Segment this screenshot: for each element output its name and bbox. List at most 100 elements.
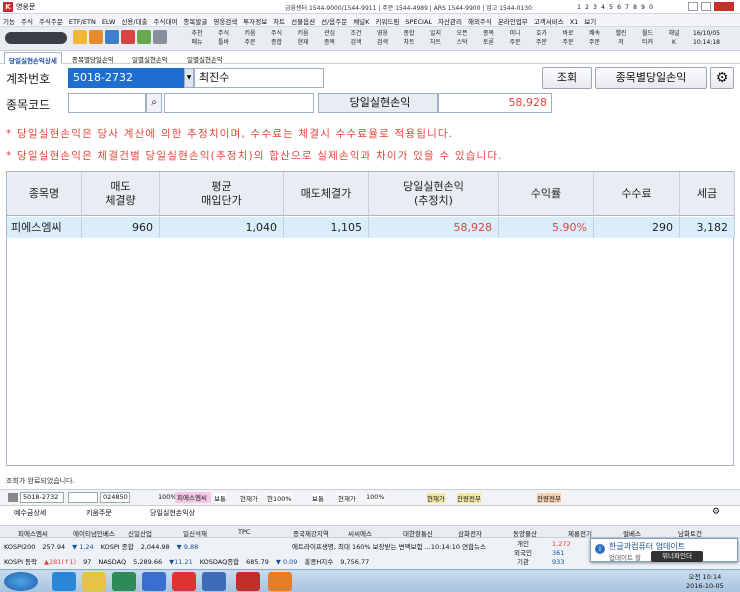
toolbar-button[interactable]: 월드 티커 xyxy=(637,29,659,50)
gear-icon[interactable]: ⚙ xyxy=(712,507,720,517)
column-header[interactable]: 종목명 xyxy=(7,172,82,216)
page-number[interactable]: 0 xyxy=(647,4,655,11)
menu-item[interactable]: SPECIAL xyxy=(402,16,435,26)
table-cell[interactable]: 5.90% xyxy=(499,217,594,238)
page-number[interactable]: 5 xyxy=(607,4,615,11)
maximize-button[interactable] xyxy=(701,2,711,11)
toolbar-button[interactable]: 오픈 스탁 xyxy=(451,29,473,50)
toolbar-button[interactable]: 종목 토론 xyxy=(478,29,500,50)
tab-daily-realized[interactable]: 일별실현손익 xyxy=(128,52,172,64)
bottom-account[interactable]: 5018-2732 xyxy=(20,492,64,503)
system-clock[interactable]: 오전 10:14 2016-10-05 xyxy=(686,573,724,591)
news-ticker[interactable]: 에트라이프생명, 최대 160% 보장받는 변액보험 ...10:14:10 연… xyxy=(292,541,504,551)
toolbar-button[interactable]: 주식 틀바 xyxy=(213,29,235,50)
table-cell[interactable]: 피에스엠씨 xyxy=(7,217,82,238)
toolbar-button[interactable]: 바로 주문 xyxy=(557,29,579,50)
menu-item[interactable]: 키워드림 xyxy=(372,14,402,26)
account-dropdown-icon[interactable]: ▼ xyxy=(184,68,194,88)
tab-realized-detail[interactable]: 당일실현손익상세 xyxy=(4,52,62,65)
menu-item[interactable]: 주식대여 xyxy=(151,14,181,26)
screen-icon[interactable] xyxy=(137,30,151,44)
menu-item[interactable]: 차트 xyxy=(270,14,288,26)
menu-item[interactable]: 투자정보 xyxy=(240,14,270,26)
order-option[interactable]: 현재가 xyxy=(338,493,356,503)
order-option[interactable]: 현100% xyxy=(267,493,292,503)
menu-item[interactable]: 해외주식 xyxy=(465,14,495,26)
menu-item[interactable]: 선/옵주문 xyxy=(318,14,350,26)
column-header[interactable]: 평균 매입단가 xyxy=(160,172,284,216)
home-icon[interactable] xyxy=(73,30,87,44)
toolbar-button[interactable]: 채널 K xyxy=(663,29,685,50)
page-number[interactable]: 3 xyxy=(591,4,599,11)
lock-icon[interactable] xyxy=(153,30,167,44)
order-option[interactable]: 보통 xyxy=(214,493,226,503)
toolbar-button[interactable]: 호가 주문 xyxy=(531,29,553,50)
toolbar-button[interactable]: 챌린 저 xyxy=(610,29,632,50)
table-cell[interactable]: 3,182 xyxy=(680,217,735,238)
browser-icon[interactable] xyxy=(52,572,76,591)
bottom-stock[interactable]: 피에스엠씨 xyxy=(175,492,211,503)
table-cell[interactable]: 290 xyxy=(594,217,680,238)
bottom-code[interactable]: 024850 xyxy=(100,492,130,503)
menu-item[interactable]: 선물옵션 xyxy=(288,14,318,26)
menu-item[interactable]: ETF/ETN xyxy=(66,16,99,26)
kiwoom-icon[interactable] xyxy=(236,572,260,591)
order-option[interactable]: 잔량전부 xyxy=(457,493,481,503)
stock-code-input[interactable] xyxy=(68,93,146,113)
page-number[interactable]: 8 xyxy=(631,4,639,11)
column-header[interactable]: 당일실현손익 (추정치) xyxy=(369,172,499,216)
menu-item[interactable]: 기능 xyxy=(0,14,18,26)
page-number[interactable]: 7 xyxy=(623,4,631,11)
close-button[interactable] xyxy=(714,2,734,11)
menu-item[interactable]: 주식 xyxy=(18,14,36,26)
toolbar-button[interactable]: 주식 종합 xyxy=(266,29,288,50)
toolbar-button[interactable]: 관심 종목 xyxy=(319,29,341,50)
search-box[interactable] xyxy=(5,32,67,44)
menu-item[interactable]: 보기 xyxy=(581,14,599,26)
menu-item[interactable]: 채널K xyxy=(350,14,372,26)
order-option[interactable]: 100% xyxy=(366,493,385,501)
search-icon[interactable]: ⌕ xyxy=(146,93,162,113)
order-option[interactable]: 현재가 xyxy=(240,493,258,503)
folder-icon[interactable] xyxy=(89,30,103,44)
menu-item[interactable]: 주식주문 xyxy=(36,14,66,26)
settings-gear-icon[interactable]: ⚙ xyxy=(710,67,734,89)
table-cell[interactable]: 58,928 xyxy=(369,217,499,238)
app3-icon[interactable] xyxy=(172,572,196,591)
account-select[interactable]: 5018-2732 xyxy=(68,68,184,88)
toolbar-button[interactable]: 미니 주문 xyxy=(504,29,526,50)
chart-icon[interactable] xyxy=(105,30,119,44)
app5-icon[interactable] xyxy=(268,572,292,591)
menu-item[interactable]: 종목발굴 xyxy=(180,14,210,26)
explorer-icon[interactable] xyxy=(82,572,106,591)
app2-icon[interactable] xyxy=(142,572,166,591)
by-stock-button[interactable]: 종목별당일손익 xyxy=(595,67,707,89)
toolbar-button[interactable]: 키움 주문 xyxy=(239,29,261,50)
minimize-button[interactable] xyxy=(688,2,698,11)
column-header[interactable]: 수수료 xyxy=(594,172,680,216)
toolbar-button[interactable]: 쾌속 주문 xyxy=(584,29,606,50)
bottom-input[interactable] xyxy=(68,492,98,503)
toolbar-button[interactable]: 영웅 검색 xyxy=(372,29,394,50)
start-button-icon[interactable] xyxy=(4,572,38,591)
query-button[interactable]: 조회 xyxy=(542,67,592,89)
menu-item[interactable]: X1 xyxy=(567,16,582,26)
menu-item[interactable]: 신용/대출 xyxy=(118,14,150,26)
column-header[interactable]: 매도 체결량 xyxy=(82,172,160,216)
news-icon[interactable] xyxy=(121,30,135,44)
bottom-tab-order[interactable]: 키움주문 xyxy=(86,508,112,518)
order-option[interactable]: 잔량전부 xyxy=(537,493,561,503)
order-option[interactable]: 보통 xyxy=(312,493,324,503)
menu-item[interactable]: 온라인업무 xyxy=(495,14,531,26)
table-cell[interactable]: 1,040 xyxy=(160,217,284,238)
menu-item[interactable]: 영웅검색 xyxy=(210,14,240,26)
table-cell[interactable]: 1,105 xyxy=(284,217,369,238)
tab-daily-realized-2[interactable]: 일별실현손익 xyxy=(183,52,227,64)
page-number[interactable]: 6 xyxy=(615,4,623,11)
menu-item[interactable]: 자산관리 xyxy=(435,14,465,26)
toolbar-button[interactable]: 종합 차트 xyxy=(398,29,420,50)
column-header[interactable]: 수익률 xyxy=(499,172,594,216)
toolbar-button[interactable]: 키움 현재 xyxy=(292,29,314,50)
page-number[interactable]: 9 xyxy=(639,4,647,11)
bottom-tab-realized[interactable]: 당일실현손익상 xyxy=(150,508,195,518)
